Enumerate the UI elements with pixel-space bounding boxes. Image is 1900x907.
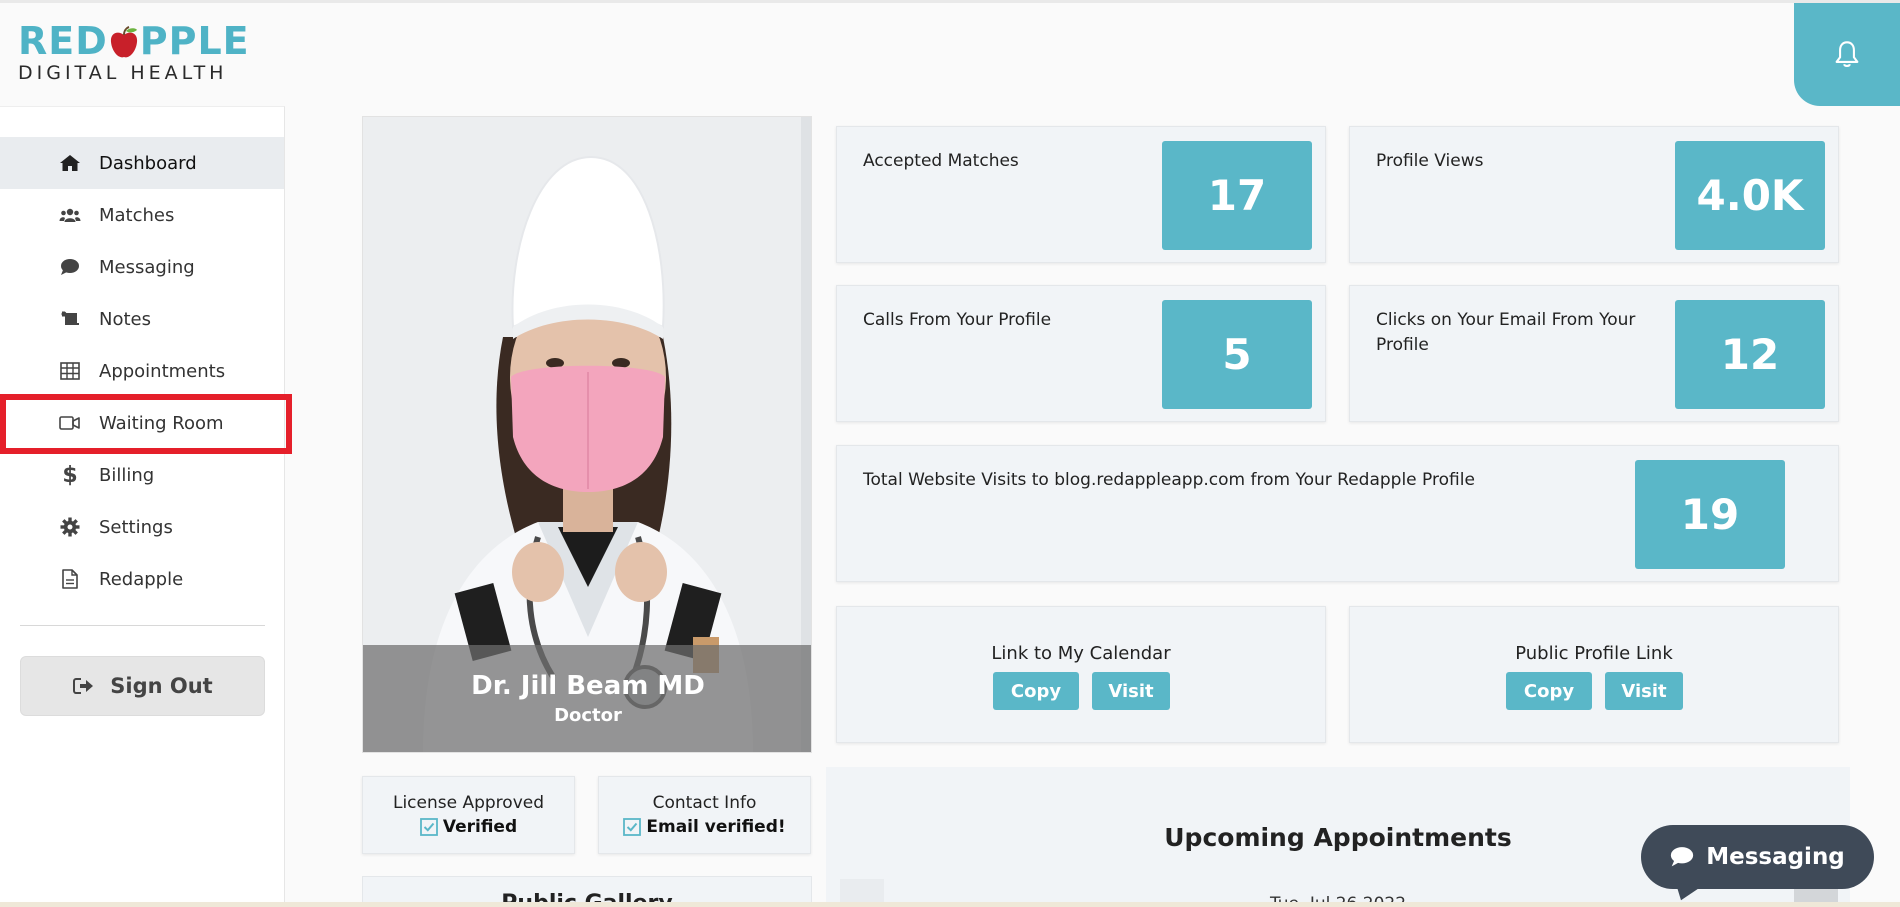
license-card: License Approved Verified [362, 776, 575, 854]
public-profile-link-title: Public Profile Link [1515, 643, 1673, 664]
sidebar-item-label: Waiting Room [99, 412, 224, 434]
sidebar-item-dashboard[interactable]: Dashboard [0, 137, 284, 189]
doctor-name: Dr. Jill Beam MD [471, 671, 705, 701]
website-visits-card: Total Website Visits to blog.redappleapp… [836, 445, 1839, 582]
sidebar-item-label: Settings [99, 516, 173, 538]
sidebar-item-waiting-room[interactable]: Waiting Room [0, 397, 284, 449]
logo-wordmark: RED PPLE [18, 19, 249, 63]
calls-card: Calls From Your Profile 5 [836, 285, 1326, 422]
card-label: Total Website Visits to blog.redappleapp… [863, 470, 1475, 490]
sidebar-item-label: Redapple [99, 568, 184, 590]
card-label: Calls From Your Profile [863, 310, 1052, 330]
sidebar-item-label: Dashboard [99, 152, 197, 174]
website-visits-value: 19 [1635, 460, 1785, 569]
email-clicks-card: Clicks on Your Email From Your Profile 1… [1349, 285, 1839, 422]
logo-text-red: RED [18, 19, 108, 63]
messaging-chat-button[interactable]: Messaging [1641, 825, 1874, 904]
sidebar-item-label: Messaging [99, 256, 195, 278]
sign-out-icon [72, 674, 96, 698]
document-icon [58, 567, 82, 591]
public-profile-link-card: Public Profile Link Copy Visit [1349, 606, 1839, 743]
calendar-link-card: Link to My Calendar Copy Visit [836, 606, 1326, 743]
users-icon [58, 203, 82, 227]
doctor-role: Doctor [554, 705, 622, 726]
sidebar: Dashboard Matches Messaging Notes Appoin… [0, 106, 292, 907]
accepted-matches-card: Accepted Matches 17 [836, 126, 1326, 263]
license-value: Verified [442, 817, 518, 837]
sidebar-item-settings[interactable]: Settings [0, 501, 284, 553]
contact-title: Contact Info [652, 793, 757, 813]
card-label: Clicks on Your Email From Your Profile [1376, 310, 1636, 355]
calendar-visit-button[interactable]: Visit [1092, 672, 1170, 710]
card-label: Profile Views [1376, 151, 1484, 171]
public-profile-visit-button[interactable]: Visit [1605, 672, 1683, 710]
redapple-logo[interactable]: RED PPLE DIGITAL HEALTH [18, 19, 249, 84]
contact-status: Email verified! [599, 817, 810, 837]
sidebar-item-messaging[interactable]: Messaging [0, 241, 284, 293]
logo-tagline: DIGITAL HEALTH [18, 62, 228, 84]
apple-icon [109, 26, 139, 58]
sign-out-label: Sign Out [110, 674, 213, 698]
chat-bubble-icon [58, 255, 82, 279]
sidebar-item-label: Notes [99, 308, 151, 330]
gear-icon [58, 515, 82, 539]
top-border [0, 0, 1900, 3]
calls-value: 5 [1162, 300, 1312, 409]
profile-views-card: Profile Views 4.0K [1349, 126, 1839, 263]
profile-views-value: 4.0K [1675, 141, 1825, 250]
chat-bubble-icon [1670, 845, 1694, 869]
logo-text-pple: PPLE [139, 19, 250, 63]
sidebar-item-label: Billing [99, 464, 155, 486]
calendar-copy-button[interactable]: Copy [993, 672, 1079, 710]
calendar-link-title: Link to My Calendar [991, 643, 1171, 664]
messaging-label: Messaging [1706, 844, 1845, 870]
license-status: Verified [363, 817, 574, 837]
contact-card: Contact Info Email verified! [598, 776, 811, 854]
sidebar-item-notes[interactable]: Notes [0, 293, 284, 345]
notifications-button[interactable] [1794, 3, 1900, 106]
card-label: Accepted Matches [863, 151, 1019, 171]
sidebar-item-appointments[interactable]: Appointments [0, 345, 284, 397]
accepted-matches-value: 17 [1162, 141, 1312, 250]
dollar-icon: $ [62, 462, 78, 488]
public-profile-copy-button[interactable]: Copy [1506, 672, 1592, 710]
sidebar-item-matches[interactable]: Matches [0, 189, 284, 241]
sidebar-item-label: Matches [99, 204, 175, 226]
profile-card: Dr. Jill Beam MD Doctor [362, 116, 812, 753]
video-camera-icon [58, 411, 82, 435]
checkbox-checked-icon [623, 818, 642, 836]
sidebar-divider [20, 625, 265, 626]
home-icon [58, 151, 82, 175]
table-icon [58, 359, 82, 383]
contact-value: Email verified! [646, 817, 786, 837]
license-title: License Approved [392, 793, 545, 813]
sidebar-item-billing[interactable]: $ Billing [0, 449, 284, 501]
sidebar-item-redapple[interactable]: Redapple [0, 553, 284, 605]
sidebar-item-label: Appointments [99, 360, 226, 382]
bell-icon [1835, 40, 1859, 67]
sign-out-button[interactable]: Sign Out [20, 656, 265, 716]
bottom-strip [0, 902, 1900, 907]
email-clicks-value: 12 [1675, 300, 1825, 409]
scroll-icon [58, 307, 82, 331]
profile-caption: Dr. Jill Beam MD Doctor [363, 645, 811, 752]
checkbox-checked-icon [419, 818, 438, 836]
